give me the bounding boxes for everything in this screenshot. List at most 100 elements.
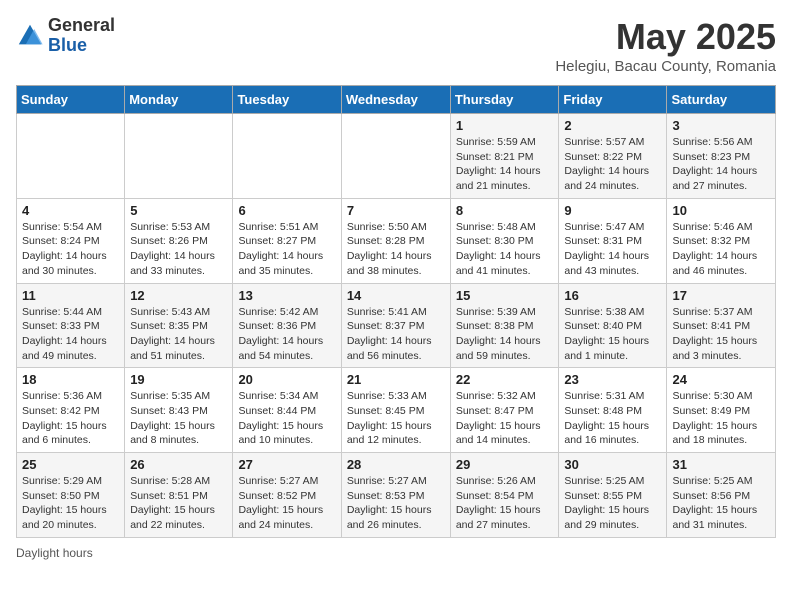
day-number: 12 <box>130 288 227 303</box>
header-day-saturday: Saturday <box>667 86 776 114</box>
day-info: Sunrise: 5:51 AMSunset: 8:27 PMDaylight:… <box>238 220 335 279</box>
day-number: 1 <box>456 118 554 133</box>
header-day-wednesday: Wednesday <box>341 86 450 114</box>
day-number: 28 <box>347 457 445 472</box>
day-number: 14 <box>347 288 445 303</box>
calendar-cell: 26Sunrise: 5:28 AMSunset: 8:51 PMDayligh… <box>125 453 233 538</box>
calendar-cell: 11 Sunrise: 5:44 AMSunset: 8:33 PMDayligh… <box>17 283 125 368</box>
calendar-header: SundayMondayTuesdayWednesdayThursdayFrid… <box>17 86 776 114</box>
day-info: Sunrise: 5:28 AMSunset: 8:51 PMDaylight:… <box>130 474 227 533</box>
day-number: 5 <box>130 203 227 218</box>
header-day-thursday: Thursday <box>450 86 559 114</box>
calendar-cell: 9Sunrise: 5:47 AMSunset: 8:31 PMDaylight… <box>559 198 667 283</box>
day-info: Sunrise: 5:39 AMSunset: 8:38 PMDaylight:… <box>456 305 554 364</box>
calendar-body: 1 Sunrise: 5:59 AMSunset: 8:21 PMDaylight… <box>17 114 776 538</box>
calendar-cell: 1 Sunrise: 5:59 AMSunset: 8:21 PMDaylight… <box>450 114 559 199</box>
calendar-cell: 13Sunrise: 5:42 AMSunset: 8:36 PMDayligh… <box>233 283 341 368</box>
day-number: 29 <box>456 457 554 472</box>
week-row-4: 25 Sunrise: 5:29 AMSunset: 8:50 PMDayligh… <box>17 453 776 538</box>
calendar-cell: 12Sunrise: 5:43 AMSunset: 8:35 PMDayligh… <box>125 283 233 368</box>
calendar-cell: 14 Sunrise: 5:41 AMSunset: 8:37 PMDayligh… <box>341 283 450 368</box>
day-number: 17 <box>672 288 770 303</box>
calendar-cell: 2 Sunrise: 5:57 AMSunset: 8:22 PMDaylight… <box>559 114 667 199</box>
day-number: 27 <box>238 457 335 472</box>
header-row: SundayMondayTuesdayWednesdayThursdayFrid… <box>17 86 776 114</box>
calendar-cell: 19Sunrise: 5:35 AMSunset: 8:43 PMDayligh… <box>125 368 233 453</box>
day-info: Sunrise: 5:59 AMSunset: 8:21 PMDaylight:… <box>456 135 554 194</box>
calendar-cell: 6 Sunrise: 5:51 AMSunset: 8:27 PMDaylight… <box>233 198 341 283</box>
day-info: Sunrise: 5:46 AMSunset: 8:32 PMDaylight:… <box>672 220 770 279</box>
page-header: General Blue May 2025 Helegiu, Bacau Cou… <box>16 16 776 75</box>
day-number: 22 <box>456 372 554 387</box>
header-day-tuesday: Tuesday <box>233 86 341 114</box>
day-info: Sunrise: 5:31 AMSunset: 8:48 PMDaylight:… <box>564 389 661 448</box>
calendar-cell <box>125 114 233 199</box>
header-day-monday: Monday <box>125 86 233 114</box>
logo-icon <box>16 22 44 50</box>
day-info: Sunrise: 5:32 AMSunset: 8:47 PMDaylight:… <box>456 389 554 448</box>
day-number: 2 <box>564 118 661 133</box>
calendar-cell: 21 Sunrise: 5:33 AMSunset: 8:45 PMDayligh… <box>341 368 450 453</box>
calendar-cell <box>341 114 450 199</box>
day-info: Sunrise: 5:54 AMSunset: 8:24 PMDaylight:… <box>22 220 119 279</box>
day-number: 13 <box>238 288 335 303</box>
calendar-cell: 4 Sunrise: 5:54 AMSunset: 8:24 PMDaylight… <box>17 198 125 283</box>
day-info: Sunrise: 5:25 AMSunset: 8:55 PMDaylight:… <box>564 474 661 533</box>
day-info: Sunrise: 5:27 AMSunset: 8:52 PMDaylight:… <box>238 474 335 533</box>
calendar-cell: 30Sunrise: 5:25 AMSunset: 8:55 PMDayligh… <box>559 453 667 538</box>
header-day-sunday: Sunday <box>17 86 125 114</box>
day-number: 8 <box>456 203 554 218</box>
day-info: Sunrise: 5:44 AMSunset: 8:33 PMDaylight:… <box>22 305 119 364</box>
day-number: 6 <box>238 203 335 218</box>
main-title: May 2025 <box>555 16 776 58</box>
calendar-cell: 27 Sunrise: 5:27 AMSunset: 8:52 PMDayligh… <box>233 453 341 538</box>
day-info: Sunrise: 5:37 AMSunset: 8:41 PMDaylight:… <box>672 305 770 364</box>
calendar-cell: 31 Sunrise: 5:25 AMSunset: 8:56 PMDayligh… <box>667 453 776 538</box>
day-number: 25 <box>22 457 119 472</box>
calendar-cell: 18 Sunrise: 5:36 AMSunset: 8:42 PMDayligh… <box>17 368 125 453</box>
week-row-3: 18 Sunrise: 5:36 AMSunset: 8:42 PMDayligh… <box>17 368 776 453</box>
day-info: Sunrise: 5:26 AMSunset: 8:54 PMDaylight:… <box>456 474 554 533</box>
subtitle: Helegiu, Bacau County, Romania <box>555 58 776 75</box>
day-number: 21 <box>347 372 445 387</box>
calendar-cell <box>17 114 125 199</box>
day-number: 31 <box>672 457 770 472</box>
calendar-cell: 5Sunrise: 5:53 AMSunset: 8:26 PMDaylight… <box>125 198 233 283</box>
day-info: Sunrise: 5:30 AMSunset: 8:49 PMDaylight:… <box>672 389 770 448</box>
day-info: Sunrise: 5:25 AMSunset: 8:56 PMDaylight:… <box>672 474 770 533</box>
day-number: 24 <box>672 372 770 387</box>
footer-text: Daylight hours <box>16 546 776 560</box>
week-row-0: 1 Sunrise: 5:59 AMSunset: 8:21 PMDaylight… <box>17 114 776 199</box>
day-number: 18 <box>22 372 119 387</box>
calendar-cell: 22 Sunrise: 5:32 AMSunset: 8:47 PMDayligh… <box>450 368 559 453</box>
day-number: 4 <box>22 203 119 218</box>
day-info: Sunrise: 5:38 AMSunset: 8:40 PMDaylight:… <box>564 305 661 364</box>
calendar-cell: 20Sunrise: 5:34 AMSunset: 8:44 PMDayligh… <box>233 368 341 453</box>
calendar-cell <box>233 114 341 199</box>
day-info: Sunrise: 5:29 AMSunset: 8:50 PMDaylight:… <box>22 474 119 533</box>
calendar-table: SundayMondayTuesdayWednesdayThursdayFrid… <box>16 85 776 538</box>
day-info: Sunrise: 5:36 AMSunset: 8:42 PMDaylight:… <box>22 389 119 448</box>
calendar-cell: 25 Sunrise: 5:29 AMSunset: 8:50 PMDayligh… <box>17 453 125 538</box>
day-info: Sunrise: 5:57 AMSunset: 8:22 PMDaylight:… <box>564 135 661 194</box>
calendar-cell: 7Sunrise: 5:50 AMSunset: 8:28 PMDaylight… <box>341 198 450 283</box>
calendar-cell: 24 Sunrise: 5:30 AMSunset: 8:49 PMDayligh… <box>667 368 776 453</box>
calendar-cell: 28Sunrise: 5:27 AMSunset: 8:53 PMDayligh… <box>341 453 450 538</box>
calendar-cell: 10Sunrise: 5:46 AMSunset: 8:32 PMDayligh… <box>667 198 776 283</box>
calendar-cell: 29 Sunrise: 5:26 AMSunset: 8:54 PMDayligh… <box>450 453 559 538</box>
calendar-cell: 17 Sunrise: 5:37 AMSunset: 8:41 PMDayligh… <box>667 283 776 368</box>
day-info: Sunrise: 5:47 AMSunset: 8:31 PMDaylight:… <box>564 220 661 279</box>
day-info: Sunrise: 5:41 AMSunset: 8:37 PMDaylight:… <box>347 305 445 364</box>
day-info: Sunrise: 5:34 AMSunset: 8:44 PMDaylight:… <box>238 389 335 448</box>
week-row-1: 4 Sunrise: 5:54 AMSunset: 8:24 PMDaylight… <box>17 198 776 283</box>
day-number: 11 <box>22 288 119 303</box>
logo-text: General Blue <box>48 16 115 56</box>
calendar-cell: 3Sunrise: 5:56 AMSunset: 8:23 PMDaylight… <box>667 114 776 199</box>
day-info: Sunrise: 5:35 AMSunset: 8:43 PMDaylight:… <box>130 389 227 448</box>
logo-general-text: General <box>48 16 115 36</box>
day-info: Sunrise: 5:48 AMSunset: 8:30 PMDaylight:… <box>456 220 554 279</box>
logo-blue-text: Blue <box>48 36 115 56</box>
day-number: 16 <box>564 288 661 303</box>
day-info: Sunrise: 5:33 AMSunset: 8:45 PMDaylight:… <box>347 389 445 448</box>
title-section: May 2025 Helegiu, Bacau County, Romania <box>555 16 776 75</box>
